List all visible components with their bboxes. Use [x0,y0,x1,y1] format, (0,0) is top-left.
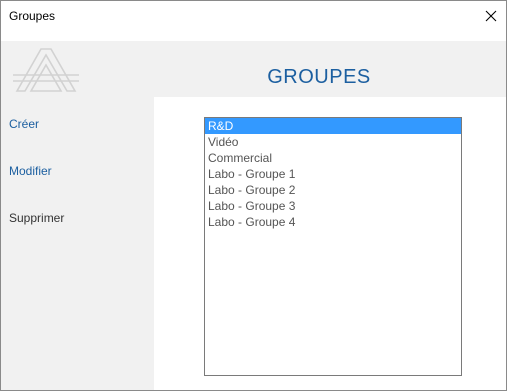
list-item[interactable]: Labo - Groupe 4 [205,214,461,230]
list-item[interactable]: Vidéo [205,134,461,150]
window-title: Groupes [9,9,56,23]
groupes-window: Groupes GROUPES Créer Modifier Supprimer… [0,0,507,391]
list-item[interactable]: Commercial [205,150,461,166]
modify-button[interactable]: Modifier [9,164,52,178]
list-item[interactable]: Labo - Groupe 1 [205,166,461,182]
list-item[interactable]: R&D [205,118,461,134]
close-button[interactable] [476,1,506,31]
logo-a-icon [13,48,79,92]
delete-button[interactable]: Supprimer [9,211,64,225]
list-item[interactable]: Labo - Groupe 2 [205,182,461,198]
close-icon [485,10,497,22]
content-area: GROUPES Créer Modifier Supprimer R&D Vid… [1,41,506,390]
main-panel: R&D Vidéo Commercial Labo - Groupe 1 Lab… [154,97,506,390]
page-title: GROUPES [267,66,371,88]
title-bar: Groupes [1,1,506,31]
create-button[interactable]: Créer [9,117,39,131]
groups-listbox[interactable]: R&D Vidéo Commercial Labo - Groupe 1 Lab… [204,117,462,376]
list-item[interactable]: Labo - Groupe 3 [205,198,461,214]
